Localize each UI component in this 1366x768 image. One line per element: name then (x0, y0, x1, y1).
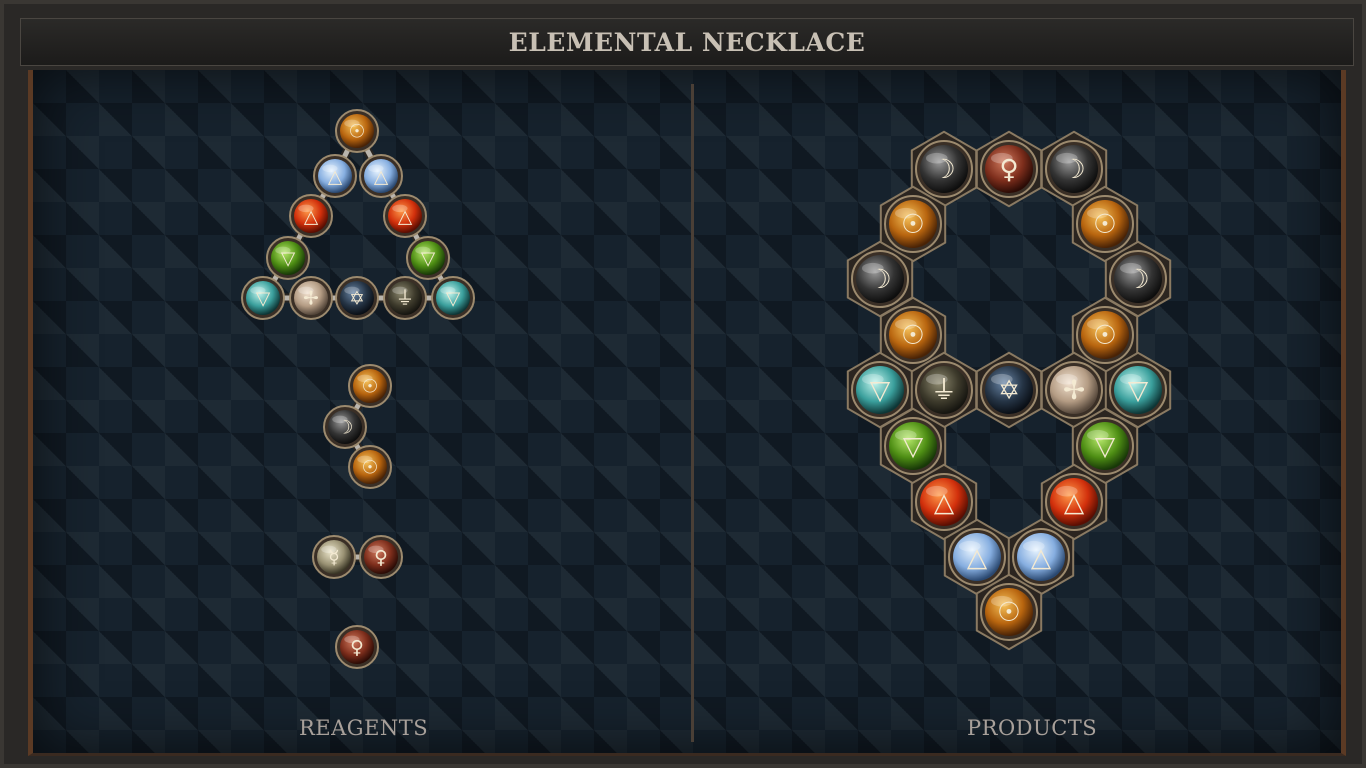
gold-atom[interactable]: ☉ (348, 445, 392, 489)
moon-symbol-icon: ☽ (1126, 264, 1150, 295)
earth-atom[interactable]: ▽ (884, 417, 942, 475)
sun-symbol-icon: ☉ (349, 121, 366, 142)
earth-atom[interactable]: ▽ (406, 236, 450, 280)
salt-symbol-icon: ✢ (303, 288, 319, 309)
earth-symbol-icon: ▽ (281, 248, 296, 269)
water-atom[interactable]: ▽ (1109, 361, 1167, 419)
copper-atom[interactable]: ♀ (359, 535, 403, 579)
fire-symbol-icon: △ (934, 487, 955, 518)
lead-symbol-icon: ⏚ (931, 375, 957, 406)
silver-atom[interactable]: ☽ (1109, 250, 1167, 308)
fire-atom[interactable]: △ (383, 194, 427, 238)
quintessence-atom[interactable]: ✡ (335, 276, 379, 320)
moon-symbol-icon: ☽ (868, 264, 892, 295)
mercury-symbol-icon: ☿ (328, 547, 339, 568)
gold-atom[interactable]: ☉ (1076, 195, 1134, 253)
air-symbol-icon: △ (1031, 542, 1052, 573)
air-atom[interactable]: △ (1012, 528, 1070, 586)
fire-symbol-icon: △ (304, 206, 319, 227)
water-symbol-icon: ▽ (1128, 375, 1149, 406)
venus-symbol-icon: ♀ (350, 637, 364, 658)
quicksilver-atom[interactable]: ☿ (312, 535, 356, 579)
quint-symbol-icon: ✡ (998, 375, 1020, 406)
water-atom[interactable]: ▽ (241, 276, 285, 320)
sun-symbol-icon: ☉ (997, 597, 1021, 628)
air-symbol-icon: △ (374, 166, 389, 187)
fire-atom[interactable]: △ (1045, 473, 1103, 531)
salt-symbol-icon: ✢ (1063, 375, 1085, 406)
moon-symbol-icon: ☽ (337, 417, 354, 438)
sun-symbol-icon: ☉ (1093, 320, 1117, 351)
gold-atom[interactable]: ☉ (348, 364, 392, 408)
moon-symbol-icon: ☽ (1062, 154, 1086, 185)
sun-symbol-icon: ☉ (362, 376, 379, 397)
salt-atom[interactable]: ✢ (1045, 361, 1103, 419)
earth-symbol-icon: ▽ (1095, 431, 1116, 462)
air-atom[interactable]: △ (948, 528, 1006, 586)
copper-atom[interactable]: ♀ (980, 140, 1038, 198)
gold-atom[interactable]: ☉ (980, 583, 1038, 641)
silver-atom[interactable]: ☽ (851, 250, 909, 308)
earth-atom[interactable]: ▽ (1076, 417, 1134, 475)
moon-symbol-icon: ☽ (932, 154, 956, 185)
air-atom[interactable]: △ (313, 154, 357, 198)
quint-symbol-icon: ✡ (349, 288, 365, 309)
water-atom[interactable]: ▽ (431, 276, 475, 320)
earth-atom[interactable]: ▽ (266, 236, 310, 280)
silver-atom[interactable]: ☽ (915, 140, 973, 198)
sun-symbol-icon: ☉ (901, 320, 925, 351)
sun-symbol-icon: ☉ (1093, 209, 1117, 240)
gold-atom[interactable]: ☉ (884, 195, 942, 253)
copper-atom[interactable]: ♀ (335, 625, 379, 669)
air-atom[interactable]: △ (359, 154, 403, 198)
earth-symbol-icon: ▽ (421, 248, 436, 269)
air-symbol-icon: △ (328, 166, 343, 187)
lead-symbol-icon: ⏚ (396, 288, 415, 309)
quintessence-atom[interactable]: ✡ (980, 361, 1038, 419)
venus-symbol-icon: ♀ (999, 154, 1018, 185)
lead-atom[interactable]: ⏚ (383, 276, 427, 320)
molecule-layer: ☽ ♀ ☽☉ ☉☽ ☽☉ ☉▽ ⏚ ✡ ✢ ▽▽ ▽△ △△ △☉☉△ △△ △▽ ▽▽ ✢ ✡ ⏚ ▽☉☽☉☿ ♀♀ (241, 109, 1172, 669)
fire-symbol-icon: △ (1064, 487, 1085, 518)
gold-atom[interactable]: ☉ (1076, 306, 1134, 364)
gold-atom[interactable]: ☉ (335, 109, 379, 153)
earth-symbol-icon: ▽ (903, 431, 924, 462)
water-symbol-icon: ▽ (870, 375, 891, 406)
air-symbol-icon: △ (967, 542, 988, 573)
water-symbol-icon: ▽ (256, 288, 271, 309)
fire-atom[interactable]: △ (289, 194, 333, 238)
water-atom[interactable]: ▽ (851, 361, 909, 419)
lead-atom[interactable]: ⏚ (915, 361, 973, 419)
fire-atom[interactable]: △ (915, 473, 973, 531)
salt-atom[interactable]: ✢ (289, 276, 333, 320)
water-symbol-icon: ▽ (446, 288, 461, 309)
silver-atom[interactable]: ☽ (323, 405, 367, 449)
gold-atom[interactable]: ☉ (884, 306, 942, 364)
silver-atom[interactable]: ☽ (1045, 140, 1103, 198)
sun-symbol-icon: ☉ (362, 457, 379, 478)
venus-symbol-icon: ♀ (374, 547, 388, 568)
fire-symbol-icon: △ (398, 206, 413, 227)
sun-symbol-icon: ☉ (901, 209, 925, 240)
